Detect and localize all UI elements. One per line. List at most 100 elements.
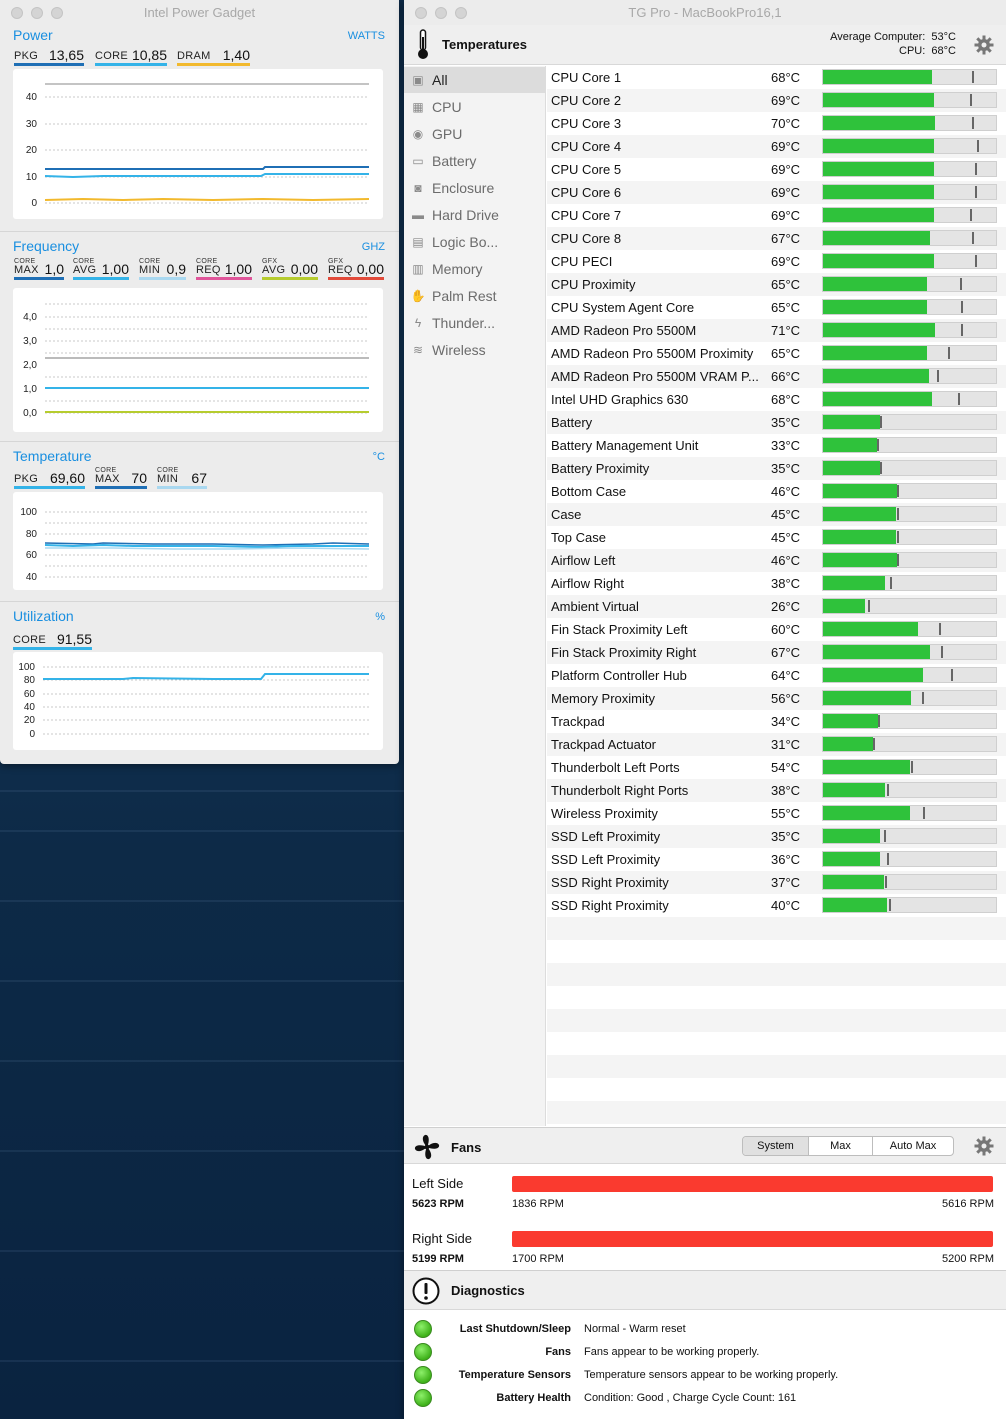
y-tick: 100 [20,507,37,518]
sensor-name: CPU Core 8 [551,231,622,246]
sensor-row[interactable]: CPU Core 6 69°C [547,181,1006,204]
utilization-chart: 100 80 60 40 20 0 [13,652,383,750]
sensor-row[interactable]: SSD Right Proximity 40°C [547,894,1006,917]
sensor-level-fill [823,645,931,659]
diagnostic-key: Last Shutdown/Sleep [459,1323,571,1335]
sidebar-item-label: Palm Rest [432,288,497,304]
sensor-row[interactable]: Intel UHD Graphics 630 68°C [547,388,1006,411]
sidebar-item-hard-drive[interactable]: ▬ Hard Drive [404,202,546,228]
zoom-button[interactable] [51,7,63,19]
sensor-row[interactable]: Fin Stack Proximity Right 67°C [547,641,1006,664]
sidebar-item-enclosure[interactable]: ◙ Enclosure [404,175,546,201]
sensor-row[interactable]: AMD Radeon Pro 5500M 71°C [547,319,1006,342]
sensor-row[interactable]: CPU Core 3 70°C [547,112,1006,135]
close-button[interactable] [11,7,23,19]
fan-min-rpm: 1700 RPM [512,1253,564,1265]
sensor-level-fill [823,737,874,751]
sidebar-item-cpu[interactable]: ▦ CPU [404,94,546,120]
sensor-row[interactable]: AMD Radeon Pro 5500M VRAM P... 66°C [547,365,1006,388]
sensor-level-bar [822,552,997,568]
sidebar-item-battery[interactable]: ▭ Battery [404,148,546,174]
sensor-row[interactable]: Airflow Right 38°C [547,572,1006,595]
frequency-title: Frequency [13,238,80,254]
sidebar-item-memory[interactable]: ▥ Memory [404,256,546,282]
sidebar-item-palm-rest[interactable]: ✋ Palm Rest [404,283,546,309]
sensor-row[interactable]: SSD Left Proximity 36°C [547,848,1006,871]
close-button[interactable] [415,7,427,19]
sensor-row[interactable]: Case 45°C [547,503,1006,526]
power-unit: WATTS [347,30,385,42]
zoom-button[interactable] [455,7,467,19]
gear-icon[interactable] [974,35,994,55]
sensor-level-fill [823,415,881,429]
sensor-temp: 45°C [771,507,801,522]
sensor-max-marker [971,232,974,244]
sidebar-item-label: Battery [432,153,477,169]
sensor-row[interactable]: Ambient Virtual 26°C [547,595,1006,618]
mode-auto-max-button[interactable]: Auto Max [873,1137,953,1155]
metric-label: CORE [13,634,46,646]
category-sidebar: ▣ All ▦ CPU ◉ GPU ▭ Battery ◙ Enclosure ▬ Hard Driv… [404,66,546,1126]
diagnostic-value: Normal - Warm reset [584,1323,686,1335]
sensor-row[interactable]: Trackpad Actuator 31°C [547,733,1006,756]
sidebar-item-gpu[interactable]: ◉ GPU [404,121,546,147]
sensor-row[interactable]: CPU Core 2 69°C [547,89,1006,112]
sensor-row[interactable]: Battery Proximity 35°C [547,457,1006,480]
sensor-row[interactable]: Platform Controller Hub 64°C [547,664,1006,687]
empty-row [547,917,1006,940]
sensor-level-bar [822,782,997,798]
sensor-max-marker [971,117,974,129]
sensor-row[interactable]: Trackpad 34°C [547,710,1006,733]
frequency-chart: 4,0 3,0 2,0 1,0 0,0 [13,288,383,432]
sensor-row[interactable]: CPU Core 7 69°C [547,204,1006,227]
metric-color-bar [157,486,207,489]
sensor-row[interactable]: CPU Core 5 69°C [547,158,1006,181]
metric-label: MIN [139,264,161,276]
metric-label: MAX [95,473,120,485]
sensor-row[interactable]: CPU System Agent Core 65°C [547,296,1006,319]
mode-max-button[interactable]: Max [809,1137,873,1155]
metric-color-bar [95,63,167,66]
sensor-row[interactable]: Wireless Proximity 55°C [547,802,1006,825]
sensor-row[interactable]: CPU PECI 69°C [547,250,1006,273]
sensor-temp: 67°C [771,645,801,660]
sensor-row[interactable]: Thunderbolt Right Ports 38°C [547,779,1006,802]
sensor-max-marker [897,531,900,543]
sensor-row[interactable]: Top Case 45°C [547,526,1006,549]
sensor-row[interactable]: Battery Management Unit 33°C [547,434,1006,457]
diagnostic-key: Battery Health [496,1392,571,1404]
mode-system-button[interactable]: System [743,1137,809,1155]
minimize-button[interactable] [435,7,447,19]
sensor-row[interactable]: AMD Radeon Pro 5500M Proximity 65°C [547,342,1006,365]
metric-color-bar [95,486,147,489]
sensor-row[interactable]: Fin Stack Proximity Left 60°C [547,618,1006,641]
sensor-row[interactable]: SSD Right Proximity 37°C [547,871,1006,894]
sensor-name: Top Case [551,530,606,545]
sensor-row[interactable]: Bottom Case 46°C [547,480,1006,503]
memory-icon: ▥ [412,262,424,276]
sidebar-item-all[interactable]: ▣ All [404,67,546,93]
fan-settings-gear-icon[interactable] [974,1136,994,1156]
sidebar-item-logic-board[interactable]: ▤ Logic Bo... [404,229,546,255]
sensor-row[interactable]: Battery 35°C [547,411,1006,434]
fan-mode-selector: System Max Auto Max [742,1136,954,1156]
sensor-row[interactable]: CPU Core 8 67°C [547,227,1006,250]
average-temps: Average Computer: 53°C CPU: 68°C [830,30,956,58]
sensor-max-marker [975,186,978,198]
sensor-row[interactable]: SSD Left Proximity 35°C [547,825,1006,848]
fans-header: Fans System Max Auto Max [404,1127,1006,1164]
minimize-button[interactable] [31,7,43,19]
sensor-row[interactable]: CPU Proximity 65°C [547,273,1006,296]
window-title: TG Pro - MacBookPro16,1 [628,5,782,20]
sensor-row[interactable]: CPU Core 1 68°C [547,66,1006,89]
fan-right-side: Right Side 5199 RPM 1700 RPM 5200 RPM [404,1221,1006,1275]
sensor-max-marker [937,370,940,382]
sensor-row[interactable]: Memory Proximity 56°C [547,687,1006,710]
sidebar-item-thunderbolt[interactable]: ϟ Thunder... [404,310,546,336]
sensor-row[interactable]: Thunderbolt Left Ports 54°C [547,756,1006,779]
sensor-row[interactable]: Airflow Left 46°C [547,549,1006,572]
sensor-row[interactable]: CPU Core 4 69°C [547,135,1006,158]
diagnostic-row: Fans Fans appear to be working properly. [404,1341,1006,1364]
metric-label: AVG [262,264,286,276]
sidebar-item-wireless[interactable]: ≋ Wireless [404,337,546,363]
